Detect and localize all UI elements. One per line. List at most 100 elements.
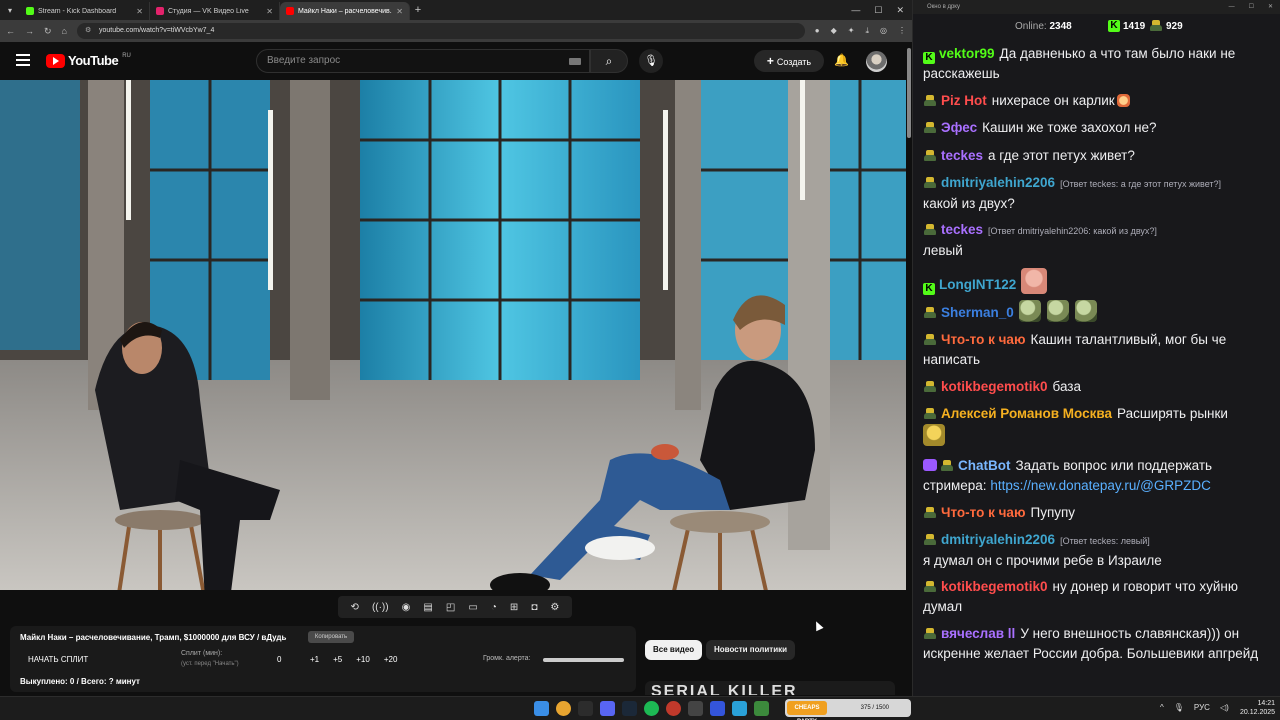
alert-volume-slider[interactable] bbox=[543, 658, 624, 662]
extension-icon[interactable]: ◆ bbox=[831, 26, 837, 36]
camera-icon[interactable]: ◘ bbox=[531, 602, 537, 613]
mic-icon[interactable]: 🎙 bbox=[1174, 703, 1184, 712]
logo-text: YouTube bbox=[68, 53, 119, 68]
chat-reply-quote: [Ответ dmitriyalehin2206: какой из двух?… bbox=[988, 226, 1157, 236]
chat-text: нихерасе он карлик bbox=[991, 93, 1115, 108]
obs-icon[interactable] bbox=[666, 701, 681, 716]
chat-username[interactable]: ChatBot bbox=[958, 458, 1011, 473]
close-icon[interactable]: ✕ bbox=[266, 7, 273, 16]
increment-button[interactable]: +1 bbox=[310, 655, 319, 664]
start-split-button[interactable]: НАЧАТЬ СПЛИТ bbox=[28, 655, 88, 664]
chat-username[interactable]: Что-то к чаю bbox=[941, 505, 1025, 520]
puzzle-icon[interactable]: ✦ bbox=[848, 26, 855, 36]
donate-link[interactable]: https://new.donatepay.ru/@GRPZDC bbox=[990, 478, 1211, 493]
search-button[interactable]: ⌕ bbox=[590, 49, 628, 73]
add-clip-icon[interactable]: ⊞ bbox=[510, 602, 518, 613]
taskbar-clock[interactable]: 14:21 20.12.2025 bbox=[1240, 699, 1275, 717]
chat-username[interactable]: Эфес bbox=[941, 120, 977, 135]
app-icon[interactable] bbox=[754, 701, 769, 716]
chat-username[interactable]: LongINT122 bbox=[939, 277, 1016, 292]
forward-arrow-icon[interactable]: → bbox=[25, 26, 34, 36]
start-windows-icon[interactable] bbox=[534, 701, 549, 716]
scrollbar-thumb[interactable] bbox=[907, 48, 911, 138]
profile-icon[interactable]: ◎ bbox=[880, 26, 887, 36]
voice-search-button[interactable]: 🎙 bbox=[639, 49, 663, 73]
speed-icon[interactable]: ◔ bbox=[491, 602, 497, 613]
close-icon[interactable]: ✕ bbox=[396, 7, 403, 16]
hamburger-menu-icon[interactable] bbox=[16, 54, 30, 66]
chat-username[interactable]: Что-то к чаю bbox=[941, 332, 1025, 347]
home-icon[interactable]: ⌂ bbox=[62, 26, 67, 36]
avatar[interactable] bbox=[866, 51, 887, 72]
chat-username[interactable]: teckes bbox=[941, 148, 983, 163]
chat-username[interactable]: teckes bbox=[941, 222, 983, 237]
chat-username[interactable]: вячеслав ll bbox=[941, 626, 1015, 641]
maximize-icon[interactable]: ☐ bbox=[1249, 0, 1254, 14]
online-count: Online: 2348 bbox=[1015, 21, 1072, 32]
chrome-icon[interactable] bbox=[556, 701, 571, 716]
chevron-up-icon[interactable]: ^ bbox=[1160, 703, 1164, 712]
player-icon[interactable] bbox=[710, 701, 725, 716]
maximize-icon[interactable]: ☐ bbox=[874, 5, 882, 16]
url-field[interactable]: youtube.com/watch?v=tiWVcbYw7_4 bbox=[76, 23, 805, 39]
chat-username[interactable]: dmitriyalehin2206 bbox=[941, 175, 1055, 190]
tab-kick[interactable]: Stream - Kick Dashboard ✕ bbox=[20, 2, 150, 20]
back-arrow-icon[interactable]: ← bbox=[6, 26, 15, 36]
new-tab-plus-icon[interactable]: + bbox=[410, 4, 426, 16]
steam-icon[interactable] bbox=[622, 701, 637, 716]
chat-username[interactable]: kotikbegemotik0 bbox=[941, 579, 1048, 594]
chat-username[interactable]: Алексей Романов Москва bbox=[941, 406, 1112, 421]
chip-all-videos[interactable]: Все видео bbox=[645, 640, 703, 660]
close-icon[interactable]: ✕ bbox=[136, 7, 143, 16]
volume-icon[interactable]: ◁) bbox=[1220, 703, 1229, 712]
theater-icon[interactable]: ▭ bbox=[468, 602, 477, 613]
keyboard-icon[interactable] bbox=[569, 58, 581, 65]
video-player[interactable] bbox=[0, 80, 906, 590]
app-icon[interactable] bbox=[578, 701, 593, 716]
spotify-icon[interactable] bbox=[644, 701, 659, 716]
chat-message: dmitriyalehin2206 [Ответ teckes: левый] я … bbox=[913, 530, 1280, 571]
minimize-icon[interactable]: — bbox=[1229, 0, 1235, 14]
chat-text: а где этот петух живет? bbox=[988, 148, 1135, 163]
increment-button[interactable]: +10 bbox=[356, 655, 370, 664]
chat-username[interactable]: Piz Hot bbox=[941, 93, 987, 108]
film-icon[interactable]: ▤ bbox=[423, 602, 432, 613]
chat-username[interactable]: dmitriyalehin2206 bbox=[941, 532, 1055, 547]
chat-message: Алексей Романов Москва Расширять рынки bbox=[913, 404, 1280, 447]
settings-gear-icon[interactable]: ⚙ bbox=[550, 602, 559, 613]
create-button[interactable]: + Создать bbox=[754, 50, 824, 72]
eye-icon[interactable]: ◉ bbox=[402, 602, 411, 613]
discord-icon[interactable] bbox=[600, 701, 615, 716]
picture-in-picture-icon[interactable]: ◰ bbox=[446, 602, 455, 613]
window-close-icon[interactable]: ✕ bbox=[896, 5, 904, 16]
reload-icon[interactable]: ↻ bbox=[44, 26, 52, 37]
increment-button[interactable]: +5 bbox=[333, 655, 342, 664]
chat-username[interactable]: vektor99 bbox=[939, 46, 995, 61]
chat-username[interactable]: Sherman_0 bbox=[941, 305, 1014, 320]
kebab-menu-icon[interactable]: ⋮ bbox=[898, 26, 906, 36]
chip-politics[interactable]: Новости политики bbox=[706, 640, 796, 660]
telegram-icon[interactable] bbox=[732, 701, 747, 716]
youtube-logo[interactable]: YouTube RU bbox=[46, 53, 131, 68]
language-indicator[interactable]: РУС bbox=[1194, 703, 1210, 712]
chat-username[interactable]: kotikbegemotik0 bbox=[941, 379, 1048, 394]
split-value[interactable]: 0 bbox=[277, 655, 281, 664]
vk-badge-icon bbox=[923, 507, 937, 519]
window-close-icon[interactable]: ✕ bbox=[1268, 0, 1273, 14]
search-input[interactable]: Введите запрос bbox=[256, 49, 590, 73]
tab-menu-icon[interactable]: ▾ bbox=[0, 6, 20, 15]
media-widget[interactable]: CHEAPS PARTY 375 / 1500 bbox=[785, 699, 911, 720]
tab-label: Stream - Kick Dashboard bbox=[38, 7, 117, 15]
tab-vk[interactable]: Студия — VK Видео Live ✕ bbox=[150, 2, 280, 20]
minimize-icon[interactable]: — bbox=[851, 5, 860, 16]
tab-youtube[interactable]: Майкл Наки – расчеловечив... ✕ bbox=[280, 2, 410, 20]
copy-button[interactable]: Копировать bbox=[308, 631, 354, 643]
extension-icon[interactable]: ● bbox=[815, 26, 820, 36]
notifications-bell-icon[interactable]: 🔔 bbox=[834, 53, 849, 67]
broadcast-icon[interactable]: ((·)) bbox=[372, 602, 389, 613]
loop-icon[interactable]: ⟲ bbox=[351, 602, 359, 613]
app-icon[interactable] bbox=[688, 701, 703, 716]
download-icon[interactable]: ⤓ bbox=[865, 26, 869, 36]
increment-button[interactable]: +20 bbox=[384, 655, 398, 664]
next-video-thumbnail[interactable]: SERIAL KILLER bbox=[645, 681, 895, 695]
